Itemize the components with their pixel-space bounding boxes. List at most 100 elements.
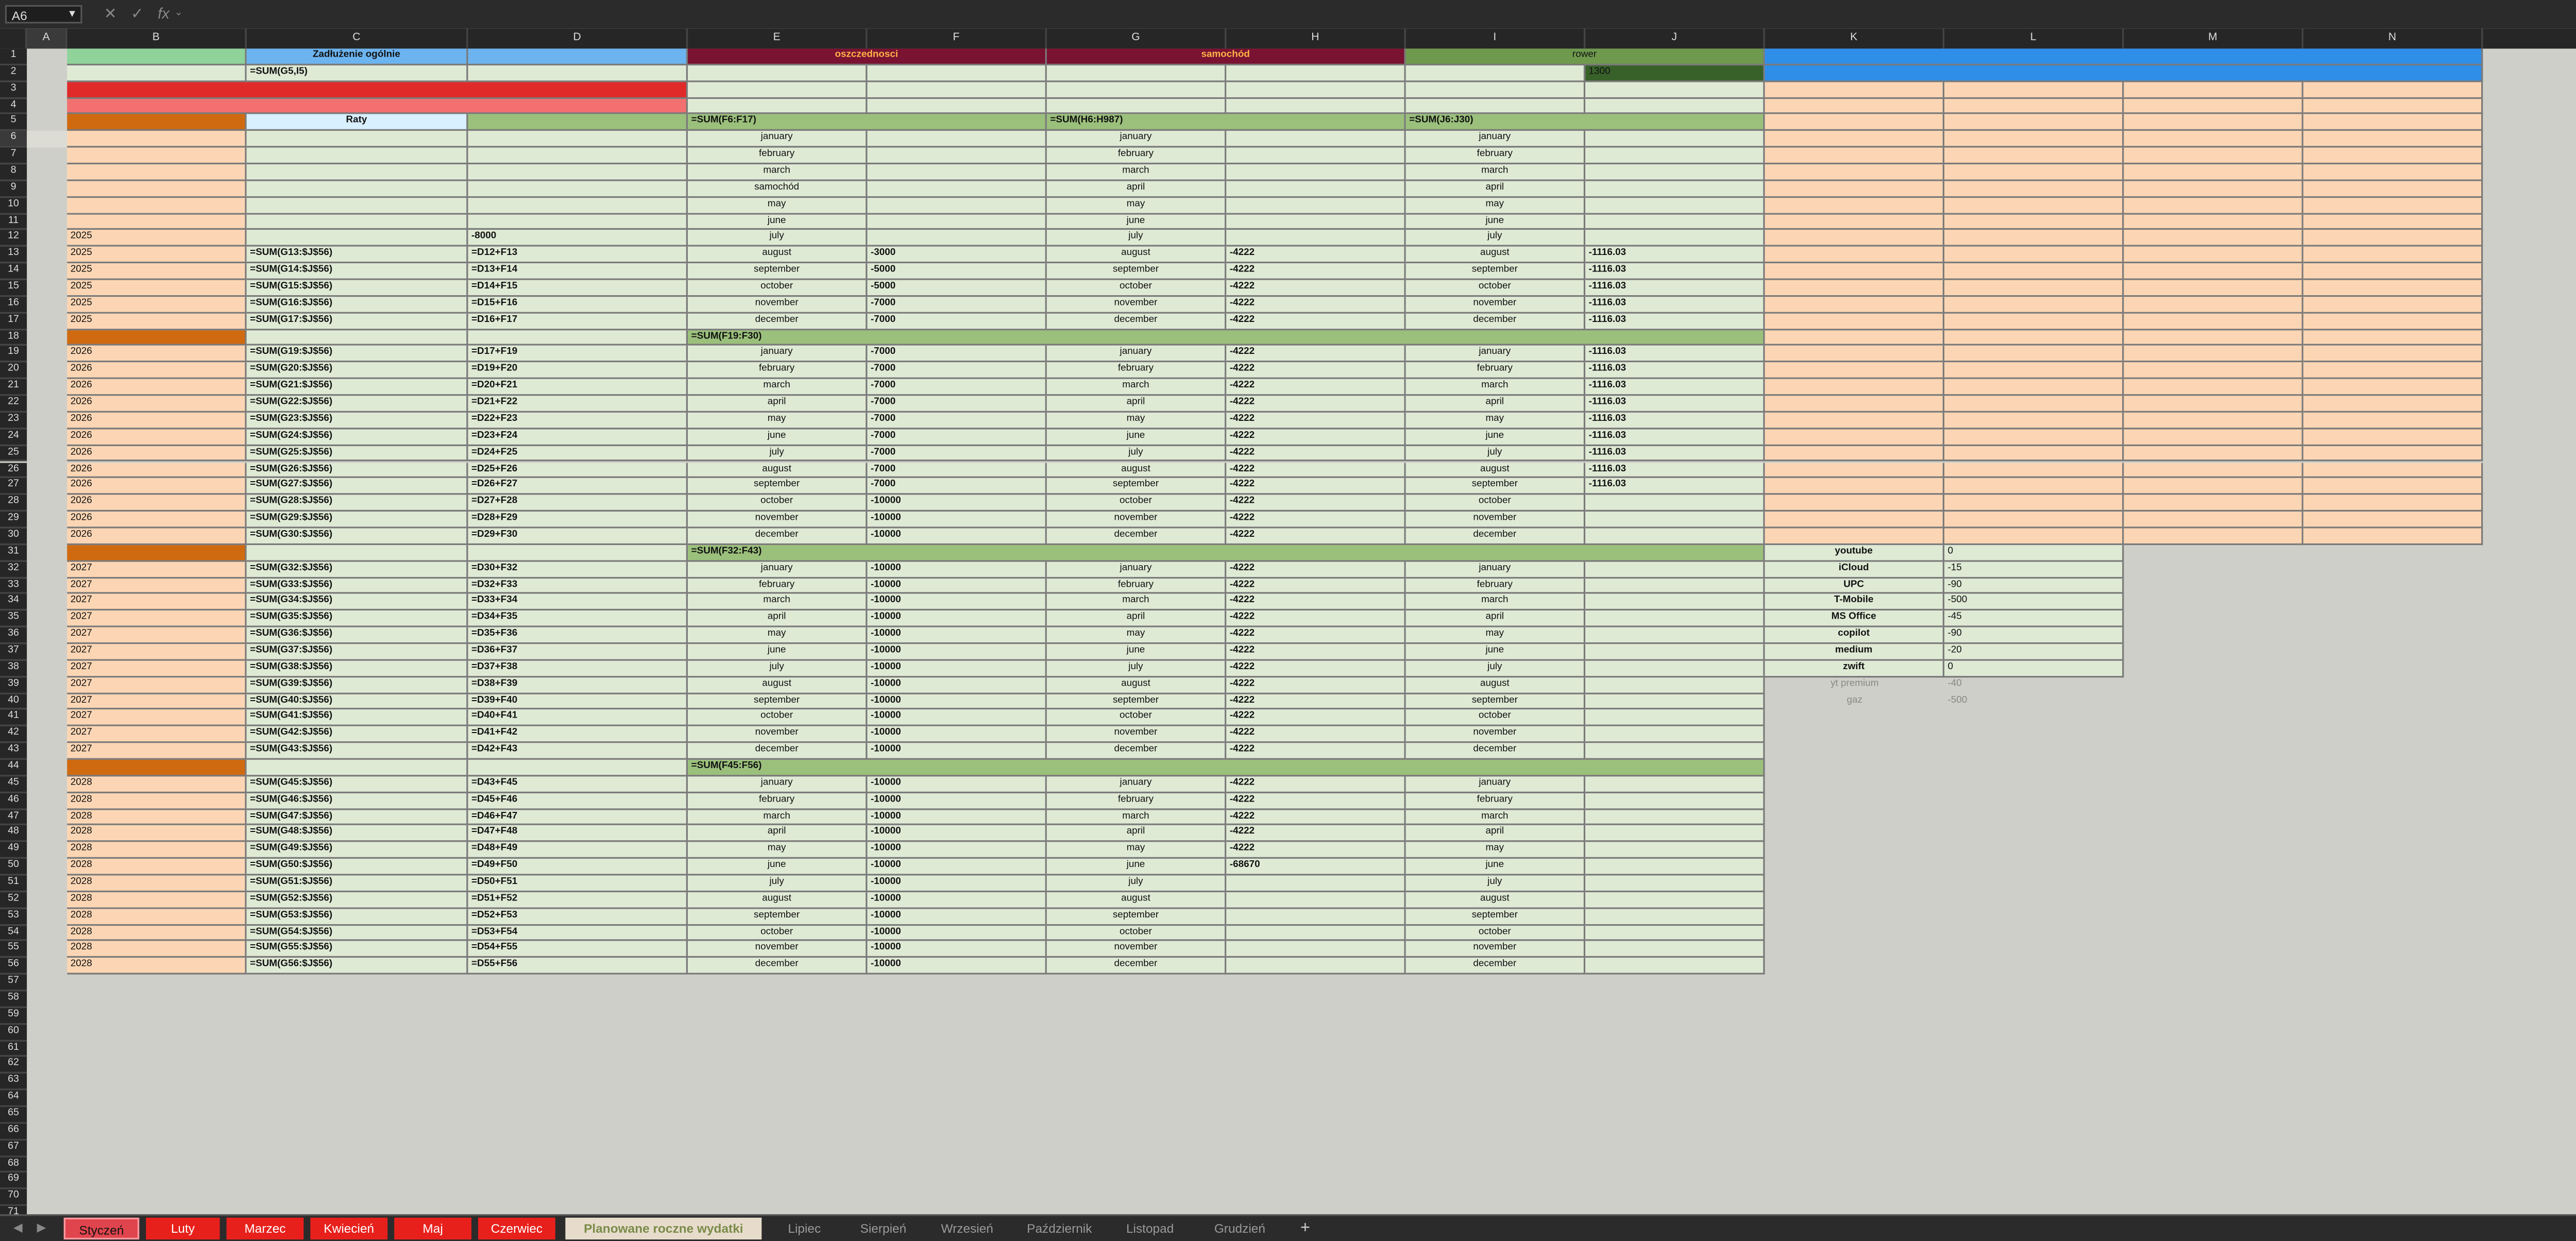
row-header[interactable]: 25 — [0, 445, 27, 462]
cell-g41[interactable]: october — [1046, 710, 1227, 727]
cell-total-debt[interactable]: =SUM(G5,I5) — [246, 65, 468, 82]
cell-c53[interactable]: =SUM(G53:$J$56) — [246, 908, 468, 925]
cell-n11[interactable] — [2303, 214, 2483, 231]
cell-j30[interactable] — [1585, 528, 1765, 545]
sheet-tab[interactable]: Lipiec — [768, 1218, 840, 1239]
cell-f26[interactable]: -7000 — [867, 462, 1047, 479]
cell-h46[interactable]: -4222 — [1226, 792, 1406, 810]
row-header[interactable]: 28 — [0, 495, 27, 512]
cell-d50[interactable]: =D49+F50 — [468, 859, 688, 876]
cell-g23[interactable]: may — [1046, 412, 1227, 429]
cell-d40[interactable]: =D39+F40 — [468, 693, 688, 710]
cell-m12[interactable] — [2124, 230, 2303, 247]
cell-i8[interactable]: march — [1405, 164, 1586, 181]
cell-g55[interactable]: november — [1046, 941, 1227, 959]
cell-h23[interactable]: -4222 — [1226, 412, 1406, 429]
cell-f25[interactable]: -7000 — [867, 445, 1047, 462]
cell-h30[interactable]: -4222 — [1226, 528, 1406, 545]
cell-m7[interactable] — [2124, 148, 2303, 165]
cell-l7[interactable] — [1944, 148, 2124, 165]
section-sum-r31[interactable]: =SUM(F32:F43) — [688, 545, 1765, 562]
cell-i38[interactable]: july — [1405, 660, 1586, 677]
cell-j45[interactable] — [1585, 776, 1765, 793]
cell-i23[interactable]: may — [1405, 412, 1586, 429]
cell-e47[interactable]: march — [688, 809, 868, 826]
subscription-value[interactable]: 0 — [1944, 545, 2124, 562]
cell-d32[interactable]: =D30+F32 — [468, 561, 688, 578]
cell-c30[interactable]: =SUM(G30:$J$56) — [246, 528, 468, 545]
cell-j19[interactable]: -1116.03 — [1585, 346, 1765, 363]
row-header[interactable]: 31 — [0, 545, 27, 562]
cell-g11[interactable]: june — [1046, 214, 1227, 231]
cell-j9[interactable] — [1585, 181, 1765, 198]
cell-d33[interactable]: =D32+F33 — [468, 577, 688, 594]
row-header[interactable]: 55 — [0, 941, 27, 959]
sheet-tab[interactable]: Październik — [1015, 1218, 1104, 1239]
cell-g53[interactable]: september — [1046, 908, 1227, 925]
cell-k26[interactable] — [1765, 462, 1944, 479]
cell-h45[interactable]: -4222 — [1226, 776, 1406, 793]
cell-d35[interactable]: =D34+F35 — [468, 610, 688, 627]
cell-b49[interactable]: 2028 — [67, 842, 247, 859]
cell-c51[interactable]: =SUM(G51:$J$56) — [246, 875, 468, 892]
cell-n26[interactable] — [2303, 462, 2483, 479]
cell-f47[interactable]: -10000 — [867, 809, 1047, 826]
cell-a12[interactable] — [27, 231, 67, 247]
cell-e23[interactable]: may — [688, 412, 868, 429]
cell-c19[interactable]: =SUM(G19:$J$56) — [246, 346, 468, 363]
cell-j29[interactable] — [1585, 512, 1765, 529]
cell-k6[interactable] — [1765, 131, 1944, 148]
cell-f27[interactable]: -7000 — [867, 479, 1047, 496]
cell-e26[interactable]: august — [688, 462, 868, 479]
cell-i13[interactable]: august — [1405, 247, 1586, 264]
cell-h11[interactable] — [1226, 214, 1406, 231]
cell-b17[interactable]: 2025 — [67, 313, 247, 330]
cell-m14[interactable] — [2124, 263, 2303, 280]
row-header[interactable]: 18 — [0, 330, 27, 347]
cell-d43[interactable]: =D42+F43 — [468, 743, 688, 760]
cell-m20[interactable] — [2124, 363, 2303, 380]
cell-h29[interactable]: -4222 — [1226, 512, 1406, 529]
cell-h20[interactable]: -4222 — [1226, 363, 1406, 380]
cell-f56[interactable]: -10000 — [867, 958, 1047, 975]
cell-b32[interactable]: 2027 — [67, 561, 247, 578]
cell-n27[interactable] — [2303, 479, 2483, 496]
cell-j52[interactable] — [1585, 892, 1765, 909]
cell-g27[interactable]: september — [1046, 479, 1227, 496]
cell-b35[interactable]: 2027 — [67, 610, 247, 627]
cell-i34[interactable]: march — [1405, 594, 1586, 611]
cell-j50[interactable] — [1585, 859, 1765, 876]
cell-j32[interactable] — [1585, 561, 1765, 578]
cell-n21[interactable] — [2303, 379, 2483, 396]
cell-b44[interactable] — [67, 759, 247, 776]
cell-a9[interactable] — [27, 181, 67, 197]
cell-f11[interactable] — [867, 214, 1047, 231]
cell-a11[interactable] — [27, 214, 67, 230]
cell-g29[interactable]: november — [1046, 512, 1227, 529]
cell-j14[interactable]: -1116.03 — [1585, 263, 1765, 280]
cell-l23[interactable] — [1944, 412, 2124, 429]
row-header[interactable]: 5 — [0, 114, 27, 131]
cell-e17[interactable]: december — [688, 313, 868, 330]
row-header[interactable]: 22 — [0, 396, 27, 413]
cell-g36[interactable]: may — [1046, 627, 1227, 644]
cell-h7[interactable] — [1226, 148, 1406, 165]
cell-h55[interactable] — [1226, 941, 1406, 959]
row-header[interactable]: 10 — [0, 197, 27, 214]
row-header[interactable]: 62 — [0, 1057, 27, 1074]
cell-e27[interactable]: september — [688, 479, 868, 496]
subscription-name[interactable]: copilot — [1765, 627, 1944, 644]
cell-b19[interactable]: 2026 — [67, 346, 247, 363]
cell-i11[interactable]: june — [1405, 214, 1586, 231]
column-header-a[interactable]: A — [27, 28, 67, 49]
cell-a10[interactable] — [27, 197, 67, 214]
cell-l27[interactable] — [1944, 479, 2124, 496]
cell-h28[interactable]: -4222 — [1226, 495, 1406, 512]
cell-l13[interactable] — [1944, 247, 2124, 264]
cell-k27[interactable] — [1765, 479, 1944, 496]
cell-e21[interactable]: march — [688, 379, 868, 396]
cell-f8[interactable] — [867, 164, 1047, 181]
cell-e16[interactable]: november — [688, 296, 868, 314]
cell-f29[interactable]: -10000 — [867, 512, 1047, 529]
cell-h6[interactable] — [1226, 131, 1406, 148]
